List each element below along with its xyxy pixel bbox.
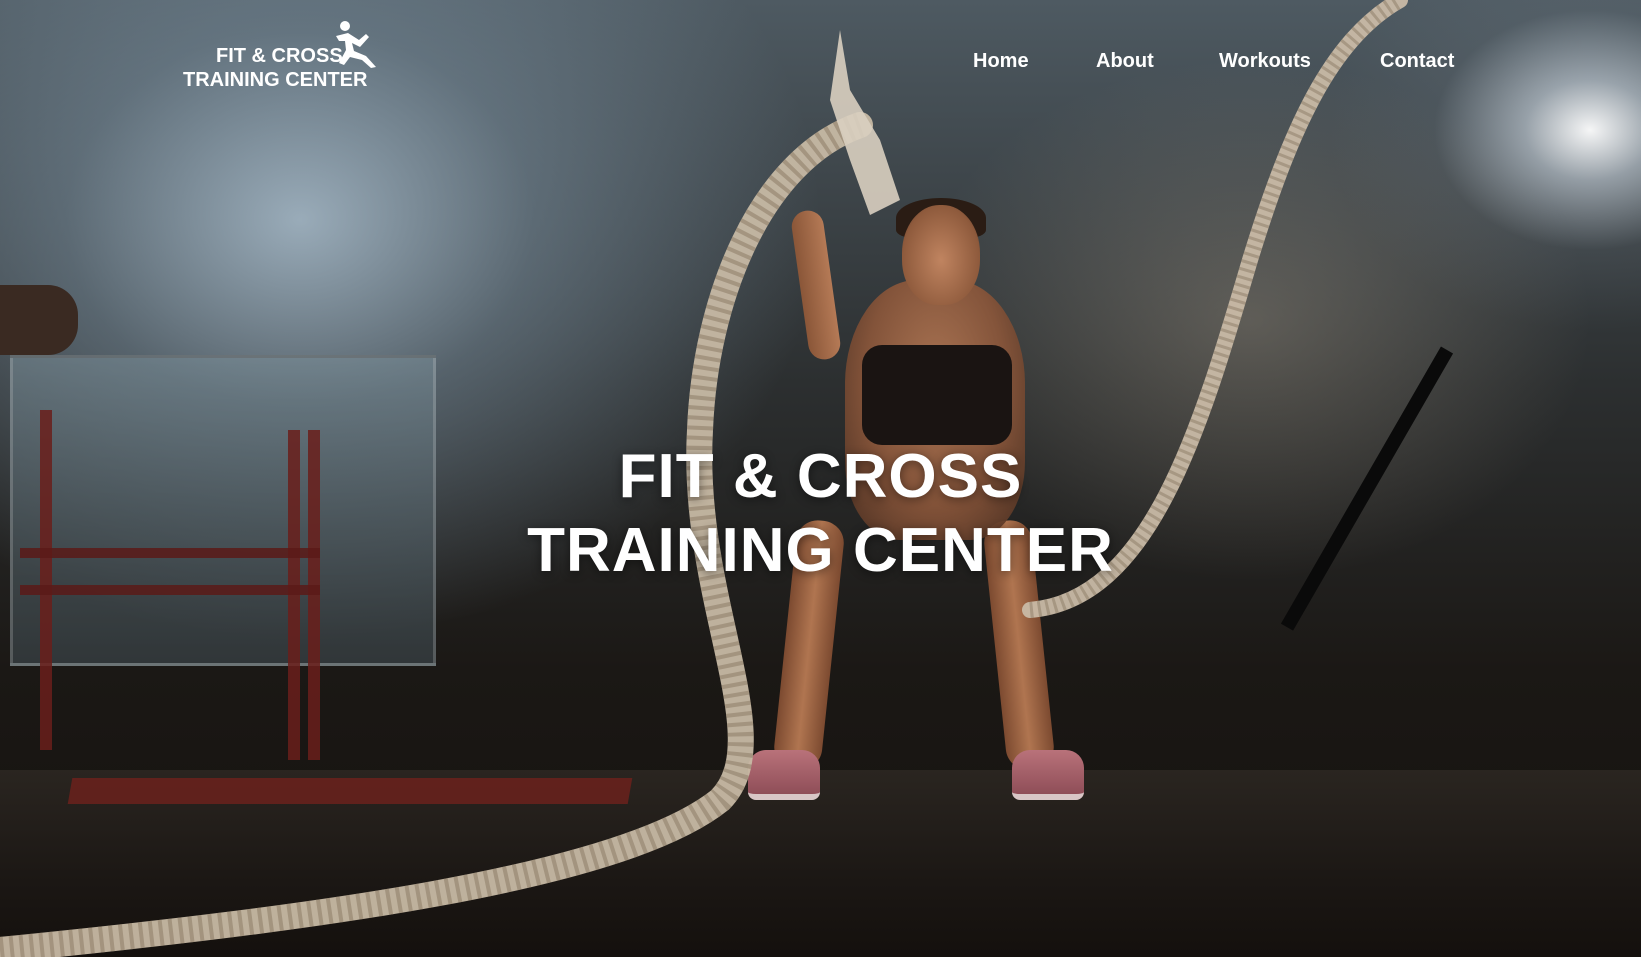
nav-contact[interactable]: Contact — [1380, 46, 1454, 76]
hero-title-line2: TRAINING CENTER — [527, 516, 1114, 585]
hero-title: FIT & CROSS TRAINING CENTER — [0, 440, 1641, 588]
nav-workouts[interactable]: Workouts — [1219, 46, 1311, 76]
hero-title-line1: FIT & CROSS — [618, 442, 1023, 511]
site-header: FIT & CROSS TRAINING CENTER Home About W… — [0, 0, 1641, 110]
nav-about[interactable]: About — [1096, 46, 1154, 76]
nav-home[interactable]: Home — [973, 46, 1029, 76]
main-nav: Home About Workouts Contact — [0, 46, 1641, 76]
hero-section: FIT & CROSS TRAINING CENTER Home About W… — [0, 0, 1641, 957]
